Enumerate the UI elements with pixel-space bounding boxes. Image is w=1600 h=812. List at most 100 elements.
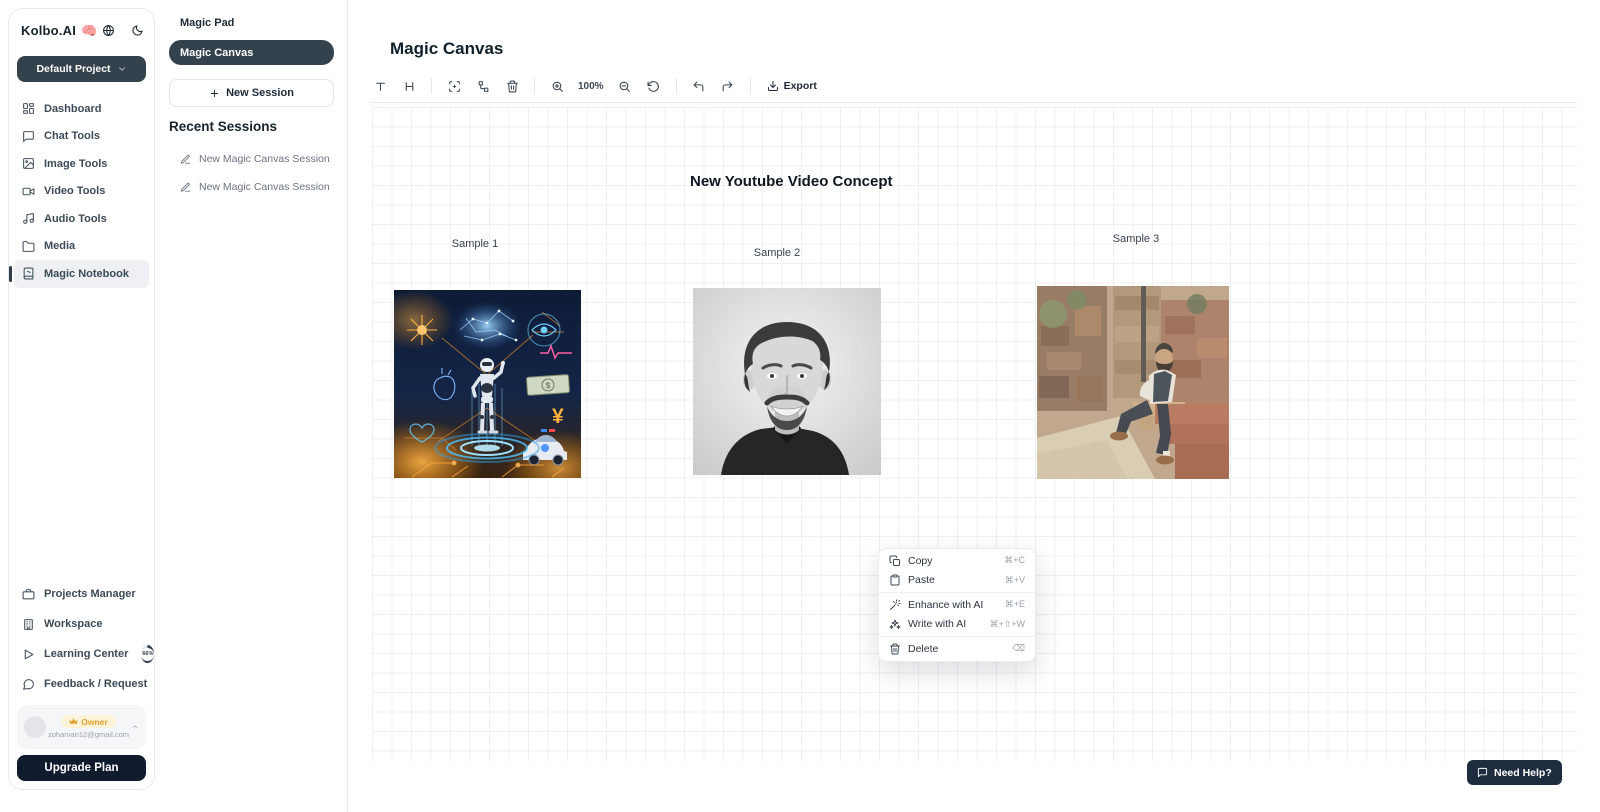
context-menu-item-delete[interactable]: Delete ⌫ [879,639,1035,659]
sample-3-label[interactable]: Sample 3 [1096,233,1176,245]
sidebar-item-image-tools[interactable]: Image Tools [14,150,149,178]
new-session-label: New Session [226,87,294,99]
sidebar-item-chat-tools[interactable]: Chat Tools [14,123,149,151]
rotate-icon [647,80,660,93]
context-menu-label: Copy [908,555,933,567]
new-session-button[interactable]: New Session [169,79,334,107]
sidebar-item-label: Workspace [44,618,103,630]
zoom-level[interactable]: 100% [576,81,606,92]
sample-2-label[interactable]: Sample 2 [737,247,817,259]
text-tool-button[interactable] [370,76,390,96]
avatar [24,716,46,738]
delete-tool-button[interactable] [502,76,522,96]
upgrade-plan-button[interactable]: Upgrade Plan [17,755,146,781]
toolbar-separator [431,78,432,94]
text-icon [374,80,387,93]
context-menu: Copy ⌘+C Paste ⌘+V Enhance with AI ⌘+E W… [878,548,1036,662]
shortcut-hint: ⌘+V [1005,575,1025,586]
globe-icon[interactable] [102,24,115,37]
brand-brain-icon: 🧠 [81,24,97,37]
trash-icon [506,80,519,93]
building-icon [22,618,35,631]
brand-logo: Kolbo.AI [21,23,76,38]
sidebar-item-workspace[interactable]: Workspace [14,609,149,639]
dark-mode-moon-icon[interactable] [131,24,144,37]
owner-role-badge: Owner [61,715,115,728]
toolbar-separator [676,78,677,94]
user-account-card[interactable]: Owner zoharvan12@gmail.com [17,705,146,749]
sample-1-label[interactable]: Sample 1 [435,238,515,250]
redo-icon [721,80,734,93]
sample-3-image[interactable] [1037,286,1229,479]
select-area-icon [448,80,461,93]
toolbar-separator [534,78,535,94]
session-list-item[interactable]: New Magic Canvas Session [169,147,339,171]
recent-sessions-heading: Recent Sessions [169,119,277,134]
learning-progress-badge: 66% [141,645,154,663]
context-menu-item-write-with-ai[interactable]: Write with AI ⌘+⇧+W [879,615,1035,635]
reset-rotation-button[interactable] [644,76,664,96]
connector-tool-button[interactable] [473,76,493,96]
trash-icon [889,643,901,655]
sample-1-image[interactable]: $ ¥ [394,290,581,478]
feedback-chat-icon [22,678,35,691]
owner-role-label: Owner [81,717,107,727]
export-download-icon [767,80,779,92]
sidebar-item-learning-center[interactable]: Learning Center 66% [14,639,149,669]
learning-progress-value: 66% [141,648,154,661]
canvas-heading-text[interactable]: New Youtube Video Concept [690,173,893,190]
session-panel: Magic Pad Magic Canvas New Session Recen… [155,0,348,812]
shortcut-hint: ⌘+E [1005,599,1025,610]
sidebar-item-label: Video Tools [44,185,105,197]
tab-magic-canvas[interactable]: Magic Canvas [169,40,334,65]
context-menu-item-paste[interactable]: Paste ⌘+V [879,571,1035,591]
notebook-icon [22,267,35,280]
undo-button[interactable] [689,76,709,96]
paste-clipboard-icon [889,574,901,586]
need-help-button[interactable]: Need Help? [1467,760,1562,785]
sidebar-item-projects-manager[interactable]: Projects Manager [14,579,149,609]
context-menu-item-copy[interactable]: Copy ⌘+C [879,551,1035,571]
sidebar-item-label: Media [44,240,75,252]
video-icon [22,185,35,198]
heading-tool-button[interactable] [399,76,419,96]
sample-2-image[interactable] [693,288,881,475]
audio-icon [22,212,35,225]
sidebar-item-dashboard[interactable]: Dashboard [14,95,149,123]
undo-icon [692,80,705,93]
select-area-button[interactable] [444,76,464,96]
export-button[interactable]: Export [763,78,821,94]
sidebar-item-feedback-request[interactable]: Feedback / Request [14,669,149,699]
tab-magic-pad[interactable]: Magic Pad [169,10,334,35]
sidebar-item-media[interactable]: Media [14,233,149,261]
zoom-in-button[interactable] [547,76,567,96]
session-list-item[interactable]: New Magic Canvas Session [169,175,339,199]
sparkles-icon [889,618,901,630]
sidebar-item-label: Magic Notebook [44,268,129,280]
project-selector-label: Default Project [36,63,110,75]
context-menu-item-enhance-with-ai[interactable]: Enhance with AI ⌘+E [879,595,1035,615]
export-label: Export [784,80,817,92]
plus-icon [209,88,220,99]
zoom-in-icon [551,80,564,93]
session-item-label: New Magic Canvas Session [199,153,330,165]
dashboard-icon [22,102,35,115]
connector-icon [477,80,490,93]
play-icon [22,648,35,661]
redo-button[interactable] [718,76,738,96]
chevron-up-icon [131,723,139,731]
primary-sidebar: Kolbo.AI 🧠 Default Project Dashboard Cha… [8,8,155,790]
sample-3-illustration [1037,286,1229,479]
sidebar-item-audio-tools[interactable]: Audio Tools [14,205,149,233]
page-title: Magic Canvas [390,39,503,59]
toolbar-separator [750,78,751,94]
zoom-out-button[interactable] [615,76,635,96]
project-selector[interactable]: Default Project [17,56,146,82]
session-item-label: New Magic Canvas Session [199,181,330,193]
magic-canvas-grid[interactable]: New Youtube Video Concept Sample 1 Sampl… [372,107,1577,761]
sidebar-item-label: Chat Tools [44,130,100,142]
shortcut-hint: ⌘+⇧+W [989,619,1025,630]
sidebar-item-video-tools[interactable]: Video Tools [14,178,149,206]
sidebar-item-label: Learning Center [44,648,128,660]
sidebar-item-magic-notebook[interactable]: Magic Notebook [14,260,149,288]
